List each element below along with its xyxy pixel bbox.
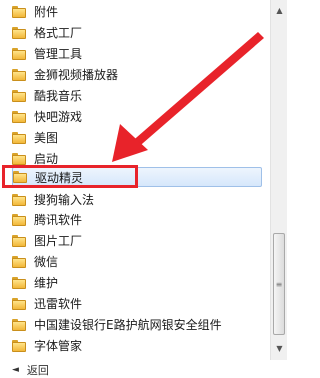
scroll-up-button[interactable]: ▲ <box>272 2 287 19</box>
scroll-thumb[interactable]: ≡ <box>273 233 285 335</box>
red-arrow <box>112 32 264 162</box>
back-item[interactable]: ◄ 返回 <box>12 362 49 378</box>
back-label: 返回 <box>26 364 49 377</box>
back-arrow-icon: ◄ <box>12 365 19 375</box>
red-arrow-shaft <box>129 32 264 150</box>
vertical-scrollbar[interactable]: ▲ ≡ ▼ <box>270 0 287 360</box>
scroll-down-button[interactable]: ▼ <box>272 340 287 357</box>
